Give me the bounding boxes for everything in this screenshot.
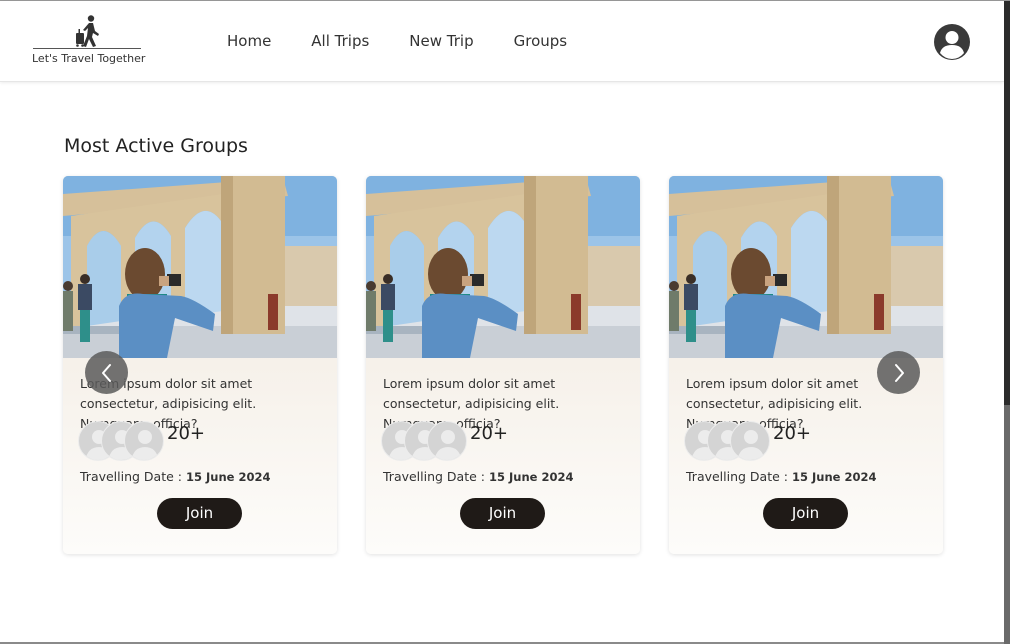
travel-date: Travelling Date : 15 June 2024	[383, 469, 573, 484]
account-circle-icon[interactable]	[933, 23, 971, 61]
chevron-right-icon	[894, 363, 904, 382]
group-photo	[63, 176, 337, 358]
travel-date-value: 15 June 2024	[791, 470, 877, 484]
travel-date: Travelling Date : 15 June 2024	[686, 469, 876, 484]
nav-new-trip-link[interactable]: New Trip	[409, 32, 473, 50]
scrollbar-thumb[interactable]	[1004, 405, 1010, 644]
travel-date-value: 15 June 2024	[488, 470, 574, 484]
traveler-logo-icon	[76, 15, 99, 47]
nav-home-link[interactable]: Home	[227, 32, 271, 50]
travel-date: Travelling Date : 15 June 2024	[80, 469, 270, 484]
app-frame: Let's Travel Together Home All Trips New…	[0, 0, 1010, 644]
logo-tagline: Let's Travel Together	[32, 52, 146, 65]
travel-date-label: Travelling Date :	[80, 469, 186, 484]
group-photo	[366, 176, 640, 358]
carousel-prev-button[interactable]	[85, 351, 128, 394]
vertical-scrollbar[interactable]	[1004, 1, 1010, 644]
nav-groups-link[interactable]: Groups	[514, 32, 567, 50]
member-avatars	[684, 421, 774, 461]
join-button[interactable]: Join	[460, 498, 545, 529]
member-count: 20+	[773, 423, 811, 444]
travel-date-value: 15 June 2024	[185, 470, 271, 484]
group-card: Lorem ipsum dolor sit amet consectetur, …	[366, 176, 640, 554]
brand-logo[interactable]: Let's Travel Together	[32, 15, 146, 69]
group-photo	[669, 176, 943, 358]
join-button[interactable]: Join	[763, 498, 848, 529]
section-title: Most Active Groups	[64, 135, 248, 157]
member-avatars	[381, 421, 471, 461]
member-avatar	[427, 421, 467, 461]
main-nav: Home All Trips New Trip Groups	[227, 32, 607, 50]
logo-divider	[33, 48, 141, 49]
join-button[interactable]: Join	[157, 498, 242, 529]
chevron-left-icon	[101, 363, 111, 382]
member-avatars	[78, 421, 168, 461]
nav-all-trips-link[interactable]: All Trips	[311, 32, 369, 50]
member-avatar	[124, 421, 164, 461]
member-count: 20+	[470, 423, 508, 444]
travel-date-label: Travelling Date :	[686, 469, 792, 484]
member-avatar	[730, 421, 770, 461]
carousel-next-button[interactable]	[877, 351, 920, 394]
travel-date-label: Travelling Date :	[383, 469, 489, 484]
top-navbar: Let's Travel Together Home All Trips New…	[0, 1, 1004, 82]
member-count: 20+	[167, 423, 205, 444]
